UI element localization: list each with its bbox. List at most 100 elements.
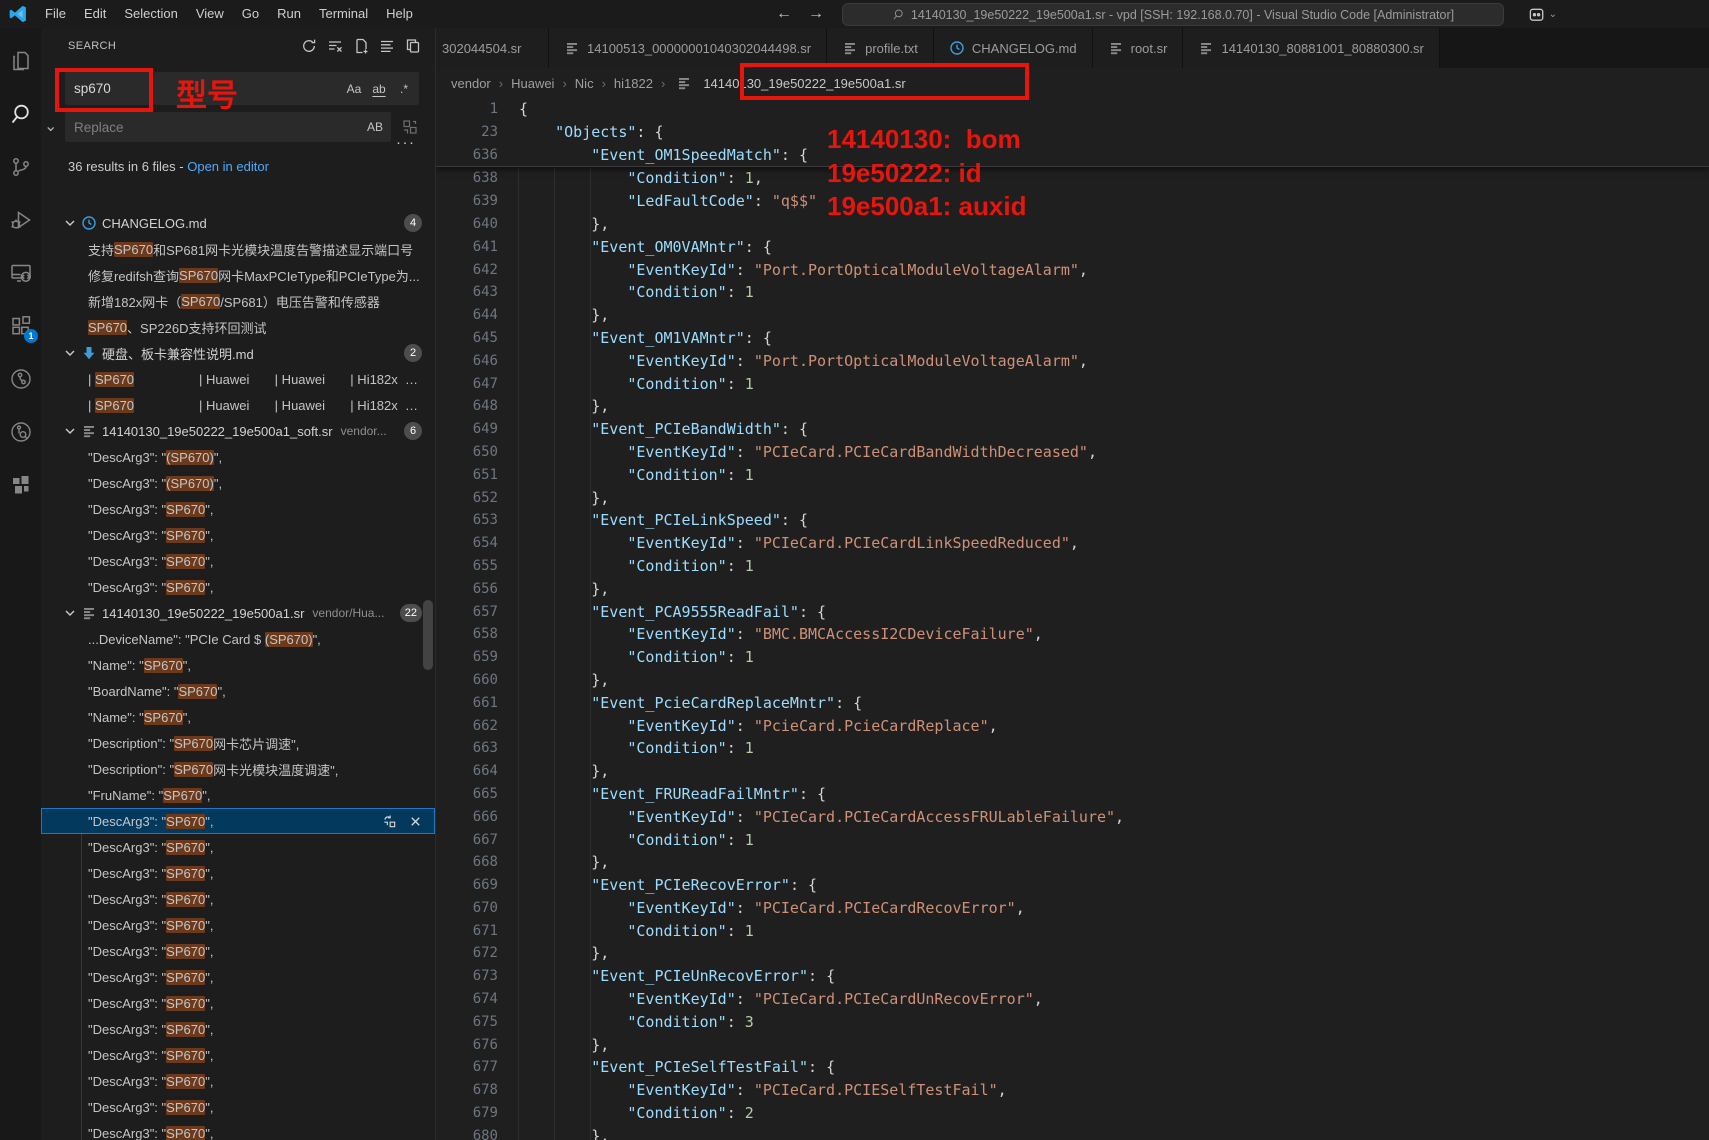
code-line[interactable]: 669 "Event_PCIeRecovError": { [436, 874, 1709, 897]
activity-item-explorer[interactable] [0, 34, 41, 87]
search-result-row[interactable]: "BoardName": "SP670", [41, 678, 435, 704]
dismiss-button[interactable] [408, 814, 423, 829]
code-line[interactable]: 636 "Event_OM1SpeedMatch": { [436, 144, 1709, 167]
code-line[interactable]: 668 }, [436, 851, 1709, 874]
code-line[interactable]: 679 "Condition": 2 [436, 1102, 1709, 1125]
breadcrumb-file[interactable]: 14140130_19e50222_19e500a1.sr [673, 75, 905, 91]
code-line[interactable]: 672 }, [436, 942, 1709, 965]
code-line[interactable]: 645 "Event_OM1VAMntr": { [436, 327, 1709, 350]
toggle-replace-button[interactable]: ⌄ [44, 116, 60, 132]
breadcrumb-item[interactable]: vendor [451, 76, 491, 91]
code-line[interactable]: 656 }, [436, 578, 1709, 601]
search-result-row[interactable]: "DescArg3": "SP670", [41, 990, 435, 1016]
code-line[interactable]: 644 }, [436, 304, 1709, 327]
code-line[interactable]: 676 }, [436, 1034, 1709, 1057]
code-line[interactable]: 650 "EventKeyId": "PCIeCard.PCIeCardBand… [436, 441, 1709, 464]
menu-item-run[interactable]: Run [268, 0, 310, 28]
breadcrumb-item[interactable]: hi1822 [614, 76, 653, 91]
code-line[interactable]: 663 "Condition": 1 [436, 737, 1709, 760]
titlebar-right[interactable]: ⌄ [1528, 0, 1557, 28]
code-line[interactable]: 667 "Condition": 1 [436, 829, 1709, 852]
activity-item-run-debug[interactable] [0, 193, 41, 246]
code-line[interactable]: 674 "EventKeyId": "PCIeCard.PCIeCardUnRe… [436, 988, 1709, 1011]
code-line[interactable]: 673 "Event_PCIeUnRecovError": { [436, 965, 1709, 988]
search-result-row[interactable]: "DescArg3": "SP670", [41, 860, 435, 886]
search-result-row[interactable]: "Description": "SP670网卡芯片调速", [41, 730, 435, 756]
search-result-row[interactable]: "DescArg3": "SP670", [41, 1016, 435, 1042]
code-lines[interactable]: 638 "Condition": 1,639 "LedFaultCode": "… [436, 167, 1709, 1140]
code-line[interactable]: 1{ [436, 98, 1709, 121]
code-line[interactable]: 643 "Condition": 1 [436, 281, 1709, 304]
code-line[interactable]: 638 "Condition": 1, [436, 167, 1709, 190]
activity-item-remote-explorer[interactable] [0, 246, 41, 299]
chevron-down-icon[interactable] [62, 215, 78, 231]
search-result-row[interactable]: "Name": "SP670", [41, 652, 435, 678]
activity-item-source-control[interactable] [0, 140, 41, 193]
code-editor[interactable]: 1{23 "Objects": {636 "Event_OM1SpeedMatc… [436, 98, 1709, 1140]
search-result-row[interactable]: "DescArg3": "SP670", [41, 1094, 435, 1120]
menu-item-edit[interactable]: Edit [75, 0, 115, 28]
code-line[interactable]: 678 "EventKeyId": "PCIeCard.PCIESelfTest… [436, 1079, 1709, 1102]
search-result-row[interactable]: 修复redifsh查询SP670网卡MaxPCIeType和PCIeType为.… [41, 262, 435, 288]
code-line[interactable]: 649 "Event_PCIeBandWidth": { [436, 418, 1709, 441]
refresh-button[interactable] [301, 38, 317, 54]
code-line[interactable]: 680 }, [436, 1125, 1709, 1140]
open-in-editor-link[interactable]: Open in editor [187, 159, 269, 174]
search-result-row[interactable]: "DescArg3": "SP670", [41, 1120, 435, 1140]
sticky-scroll[interactable]: 1{23 "Objects": {636 "Event_OM1SpeedMatc… [436, 98, 1709, 167]
back-icon[interactable]: ← [776, 5, 792, 23]
search-result-row[interactable]: ...DeviceName": "PCIe Card $ (SP670)", [41, 626, 435, 652]
code-line[interactable]: 639 "LedFaultCode": "q$$" [436, 190, 1709, 213]
command-center[interactable]: 14140130_19e50222_19e500a1.sr - vpd [SSH… [842, 3, 1504, 26]
code-line[interactable]: 652 }, [436, 487, 1709, 510]
search-result-row[interactable]: "Name": "SP670", [41, 704, 435, 730]
toggle-search-details-button[interactable]: ··· [396, 134, 416, 151]
menu-item-help[interactable]: Help [377, 0, 422, 28]
code-line[interactable]: 647 "Condition": 1 [436, 373, 1709, 396]
code-line[interactable]: 640 }, [436, 213, 1709, 236]
code-line[interactable]: 675 "Condition": 3 [436, 1011, 1709, 1034]
chevron-down-icon[interactable] [62, 423, 78, 439]
search-result-row[interactable]: "DescArg3": "SP670", [41, 834, 435, 860]
search-result-row[interactable]: "DescArg3": "SP670", [41, 938, 435, 964]
code-line[interactable]: 662 "EventKeyId": "PcieCard.PcieCardRepl… [436, 715, 1709, 738]
search-result-row[interactable]: "DescArg3": "SP670", [41, 808, 435, 834]
activity-item-gitlens[interactable] [0, 352, 41, 405]
code-line[interactable]: 660 }, [436, 669, 1709, 692]
search-result-row[interactable]: "DescArg3": "SP670", [41, 574, 435, 600]
code-line[interactable]: 648 }, [436, 395, 1709, 418]
search-result-row[interactable]: "DescArg3": "SP670", [41, 496, 435, 522]
code-line[interactable]: 642 "EventKeyId": "Port.PortOpticalModul… [436, 259, 1709, 282]
activity-item-extension-blocks[interactable] [0, 458, 41, 511]
code-line[interactable]: 659 "Condition": 1 [436, 646, 1709, 669]
code-line[interactable]: 670 "EventKeyId": "PCIeCard.PCIeCardReco… [436, 897, 1709, 920]
sidebar-scrollbar[interactable] [423, 600, 433, 670]
search-result-row[interactable]: "DescArg3": "(SP670)", [41, 444, 435, 470]
search-result-row[interactable]: "DescArg3": "SP670", [41, 522, 435, 548]
replace-input[interactable] [65, 120, 367, 135]
search-result-row[interactable]: "DescArg3": "SP670", [41, 886, 435, 912]
code-line[interactable]: 646 "EventKeyId": "Port.PortOpticalModul… [436, 350, 1709, 373]
code-line[interactable]: 666 "EventKeyId": "PCIeCard.PCIeCardAcce… [436, 806, 1709, 829]
search-result-row[interactable]: "DescArg3": "SP670", [41, 548, 435, 574]
code-line[interactable]: 661 "Event_PcieCardReplaceMntr": { [436, 692, 1709, 715]
search-input[interactable] [65, 81, 344, 96]
breadcrumb-item[interactable]: Huawei [511, 76, 554, 91]
tab-14140130_80881001_80880300.sr[interactable]: 14140130_80881001_80880300.sr [1183, 28, 1439, 68]
menu-item-view[interactable]: View [187, 0, 233, 28]
search-file-header[interactable]: 硬盘、板卡兼容性说明.md2 [41, 340, 435, 366]
tab-root.sr[interactable]: root.sr [1093, 28, 1184, 68]
tab-14100513_00000001040302044498.sr[interactable]: 14100513_00000001040302044498.sr [549, 28, 827, 68]
tab-CHANGELOG.md[interactable]: CHANGELOG.md [934, 28, 1093, 68]
breadcrumb-item[interactable]: Nic [575, 76, 594, 91]
search-result-row[interactable]: "DescArg3": "SP670", [41, 912, 435, 938]
code-line[interactable]: 651 "Condition": 1 [436, 464, 1709, 487]
replace-button[interactable] [382, 814, 397, 829]
chevron-down-icon[interactable] [62, 345, 78, 361]
search-result-row[interactable]: | SP670 | Huawei | Huawei | Hi182x … [41, 392, 435, 418]
match-case-toggle[interactable]: Aa [344, 79, 364, 99]
menu-item-file[interactable]: File [36, 0, 75, 28]
search-result-row[interactable]: "DescArg3": "SP670", [41, 1042, 435, 1068]
collapse-all-button[interactable] [379, 38, 395, 54]
whole-word-toggle[interactable]: ab [369, 79, 389, 99]
